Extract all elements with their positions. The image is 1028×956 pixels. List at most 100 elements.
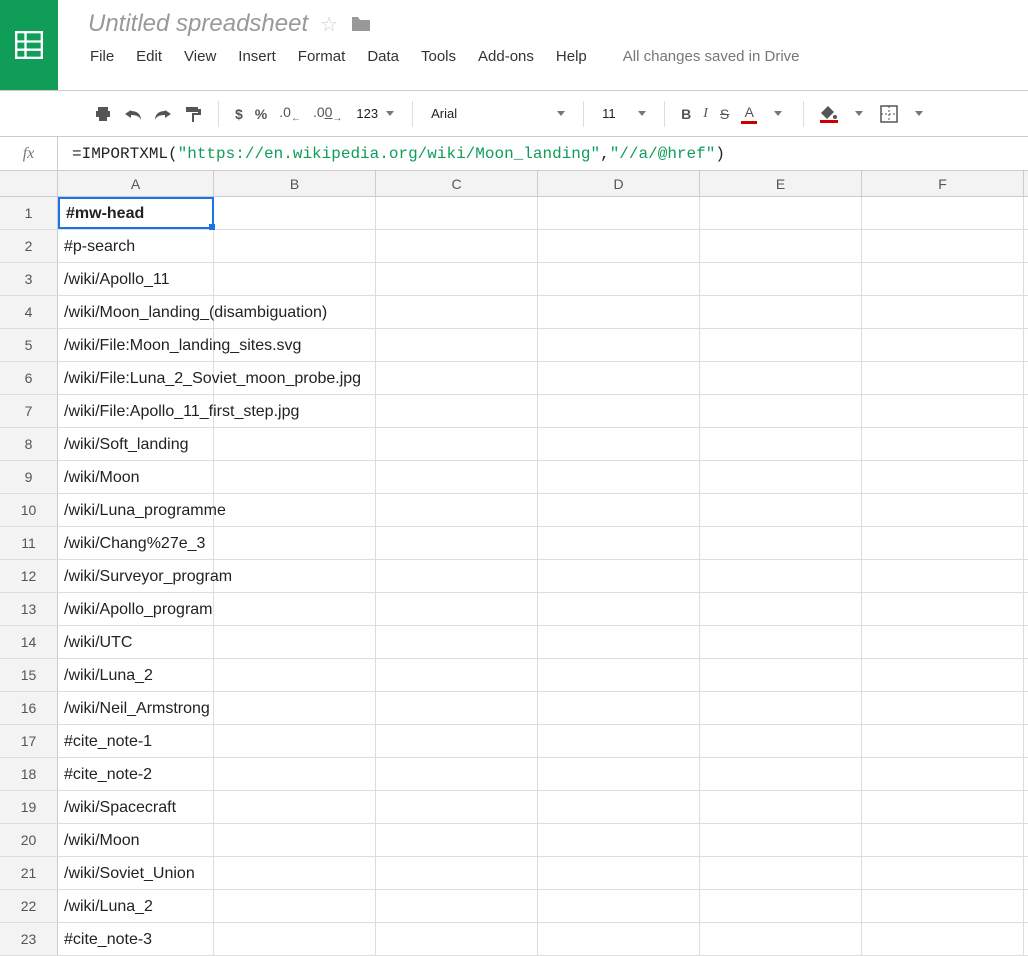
menu-data[interactable]: Data [367, 48, 399, 65]
cell[interactable] [376, 461, 538, 493]
cell[interactable] [862, 263, 1024, 295]
borders-button[interactable] [874, 99, 904, 129]
cell[interactable]: /wiki/UTC [58, 626, 214, 658]
cell[interactable]: #p-search [58, 230, 214, 262]
row-header[interactable]: 2 [0, 230, 58, 262]
cell[interactable] [214, 791, 376, 823]
cell[interactable] [700, 725, 862, 757]
cell[interactable] [538, 923, 700, 955]
cell[interactable]: /wiki/Neil_Armstrong [58, 692, 214, 724]
cell[interactable] [376, 197, 538, 229]
cell[interactable] [376, 626, 538, 658]
cell[interactable] [862, 329, 1024, 361]
row-header[interactable]: 19 [0, 791, 58, 823]
cell[interactable] [214, 593, 376, 625]
font-size-dropdown[interactable]: 11 [594, 106, 654, 121]
cell[interactable] [700, 230, 862, 262]
cell[interactable] [538, 197, 700, 229]
row-header[interactable]: 12 [0, 560, 58, 592]
cell[interactable]: /wiki/Spacecraft [58, 791, 214, 823]
cell[interactable] [376, 692, 538, 724]
cell[interactable] [538, 626, 700, 658]
cell[interactable] [862, 197, 1024, 229]
cell[interactable] [214, 824, 376, 856]
cell[interactable] [862, 692, 1024, 724]
text-color-caret[interactable] [763, 99, 793, 129]
row-header[interactable]: 3 [0, 263, 58, 295]
bold-button[interactable]: B [675, 106, 697, 122]
col-header-F[interactable]: F [862, 171, 1024, 196]
row-header[interactable]: 22 [0, 890, 58, 922]
row-header[interactable]: 11 [0, 527, 58, 559]
cell[interactable] [700, 527, 862, 559]
cell[interactable] [376, 593, 538, 625]
cell[interactable] [376, 494, 538, 526]
cell[interactable] [214, 857, 376, 889]
cell[interactable] [376, 329, 538, 361]
number-format-dropdown[interactable]: 123 [348, 106, 402, 121]
fill-color-caret[interactable] [844, 99, 874, 129]
cell[interactable] [376, 362, 538, 394]
folder-icon[interactable] [350, 15, 372, 33]
cell[interactable]: /wiki/Soviet_Union [58, 857, 214, 889]
row-header[interactable]: 8 [0, 428, 58, 460]
cell[interactable] [862, 362, 1024, 394]
row-header[interactable]: 23 [0, 923, 58, 955]
cell[interactable] [538, 692, 700, 724]
cell[interactable] [214, 362, 376, 394]
cell[interactable] [700, 626, 862, 658]
cell[interactable] [862, 923, 1024, 955]
cell[interactable]: #cite_note-3 [58, 923, 214, 955]
cell[interactable] [376, 923, 538, 955]
cell[interactable] [862, 428, 1024, 460]
cell[interactable] [538, 428, 700, 460]
menu-help[interactable]: Help [556, 48, 587, 65]
font-dropdown[interactable]: Arial [423, 106, 573, 121]
cell[interactable] [538, 494, 700, 526]
cell[interactable] [376, 824, 538, 856]
cell[interactable]: #mw-head [58, 197, 214, 229]
cell[interactable] [538, 461, 700, 493]
cell[interactable] [376, 263, 538, 295]
cell[interactable]: #cite_note-2 [58, 758, 214, 790]
cell[interactable] [538, 395, 700, 427]
cell[interactable] [538, 560, 700, 592]
row-header[interactable]: 17 [0, 725, 58, 757]
cell[interactable] [700, 890, 862, 922]
menu-addons[interactable]: Add-ons [478, 48, 534, 65]
cell[interactable] [214, 692, 376, 724]
menu-insert[interactable]: Insert [238, 48, 276, 65]
cell[interactable] [214, 461, 376, 493]
row-header[interactable]: 4 [0, 296, 58, 328]
cell[interactable] [376, 395, 538, 427]
col-header-B[interactable]: B [214, 171, 376, 196]
cell[interactable] [862, 857, 1024, 889]
cell[interactable] [538, 824, 700, 856]
cell[interactable] [700, 593, 862, 625]
cell[interactable] [214, 197, 376, 229]
cell[interactable] [700, 857, 862, 889]
row-header[interactable]: 18 [0, 758, 58, 790]
cell[interactable] [214, 659, 376, 691]
menu-file[interactable]: File [90, 48, 114, 65]
cell[interactable] [700, 263, 862, 295]
menu-edit[interactable]: Edit [136, 48, 162, 65]
cell[interactable] [862, 725, 1024, 757]
cell[interactable] [376, 560, 538, 592]
cell[interactable] [376, 659, 538, 691]
cell[interactable] [214, 758, 376, 790]
col-header-E[interactable]: E [700, 171, 862, 196]
print-button[interactable] [88, 99, 118, 129]
row-header[interactable]: 10 [0, 494, 58, 526]
cell[interactable] [700, 659, 862, 691]
cell[interactable] [538, 857, 700, 889]
cell[interactable]: /wiki/Luna_2 [58, 659, 214, 691]
cell[interactable] [376, 758, 538, 790]
cell[interactable]: /wiki/Moon [58, 824, 214, 856]
cell[interactable] [862, 230, 1024, 262]
cell[interactable] [862, 659, 1024, 691]
cell[interactable] [214, 890, 376, 922]
strikethrough-button[interactable]: S [714, 106, 735, 122]
row-header[interactable]: 1 [0, 197, 58, 229]
cell[interactable] [700, 560, 862, 592]
